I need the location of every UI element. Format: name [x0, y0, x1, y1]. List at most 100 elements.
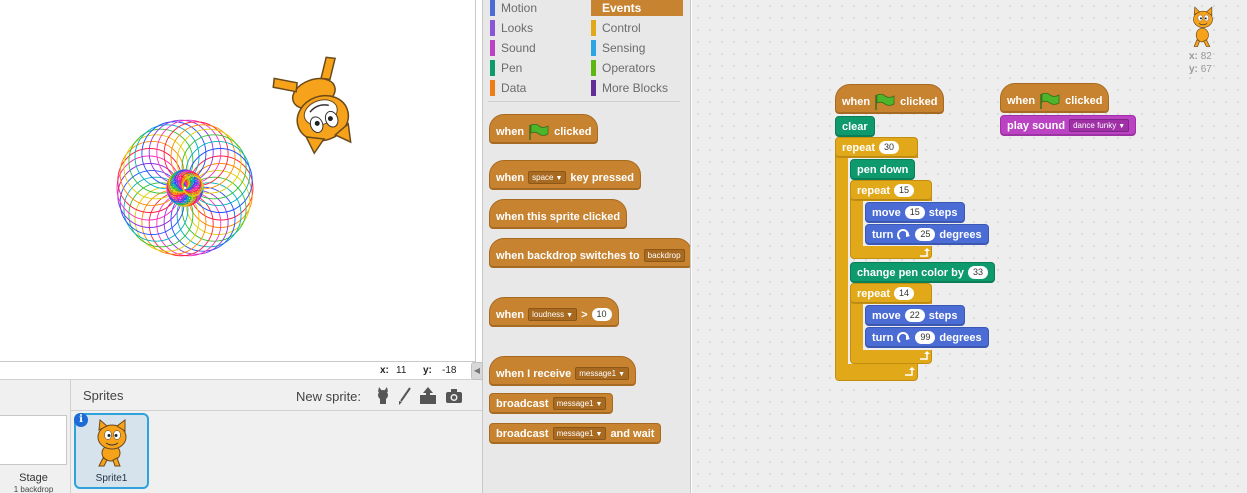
sensor-value: loudness — [532, 310, 565, 319]
degrees-input[interactable]: 99 — [915, 331, 936, 344]
script-repeat-inner2[interactable]: repeat 14 — [850, 283, 932, 304]
mouse-x-value: 11 — [396, 365, 407, 376]
category-pen[interactable]: Pen — [490, 60, 582, 76]
category-label: Pen — [501, 61, 523, 75]
block-text: when — [1007, 94, 1036, 107]
sound-value: dance funky — [1073, 121, 1117, 130]
category-events[interactable]: Events — [591, 0, 683, 16]
stage-canvas[interactable] — [0, 0, 476, 362]
script-when-flag-clicked[interactable]: when clicked — [835, 84, 945, 114]
category-label: Data — [501, 81, 527, 95]
message-value: message1 — [579, 369, 617, 378]
block-text: clicked — [1065, 94, 1103, 107]
script-turn-2[interactable]: turn 99 degrees — [865, 327, 989, 348]
script-turn-1[interactable]: turn 25 degrees — [865, 224, 989, 245]
category-color-bar — [591, 20, 596, 36]
color-delta-input[interactable]: 33 — [967, 266, 988, 279]
message-dropdown[interactable]: message1 ▼ — [552, 397, 607, 410]
scripts-area[interactable] — [692, 0, 1247, 493]
palette-broadcast[interactable]: broadcast message1 ▼ — [489, 393, 614, 414]
sprite-y-label: y: — [1189, 64, 1198, 75]
script-clear[interactable]: clear — [835, 116, 875, 137]
backdrop-count: 1 backdrop — [13, 485, 54, 493]
block-text: pen down — [857, 163, 909, 176]
threshold-input[interactable]: 10 — [591, 308, 612, 321]
category-label: Events — [602, 1, 642, 15]
block-text: broadcast — [496, 427, 549, 440]
repeat-count-input[interactable]: 15 — [894, 184, 915, 197]
block-text: repeat — [857, 184, 891, 197]
block-text: when backdrop switches to — [496, 249, 640, 262]
block-palette: Motion Looks Sound Pen Data Events Control Sens… — [482, 0, 691, 493]
camera-icon[interactable] — [444, 386, 464, 406]
category-more-blocks[interactable]: More Blocks — [591, 80, 683, 96]
cat-sprite-icon — [97, 418, 127, 467]
palette-broadcast-and-wait[interactable]: broadcast message1 ▼ and wait — [489, 423, 662, 444]
palette-when-sensor-greater[interactable]: when loudness ▼ > 10 — [489, 297, 619, 327]
block-text: when — [496, 308, 525, 321]
category-sound[interactable]: Sound — [490, 40, 582, 56]
category-motion[interactable]: Motion — [490, 0, 582, 16]
category-control[interactable]: Control — [591, 20, 683, 36]
category-data[interactable]: Data — [490, 80, 582, 96]
info-icon[interactable]: i — [74, 413, 88, 427]
stage-coordinates: x: 11 y: -18 — [0, 362, 482, 379]
repeat-count-input[interactable]: 14 — [894, 287, 915, 300]
sensor-dropdown[interactable]: loudness ▼ — [528, 308, 578, 321]
script2-when-flag-clicked[interactable]: when clicked — [1000, 83, 1110, 113]
category-color-bar — [490, 0, 495, 16]
block-text: degrees — [939, 228, 982, 241]
spirograph-drawing — [116, 119, 254, 257]
message-dropdown[interactable]: message1 ▼ — [552, 427, 607, 440]
steps-input[interactable]: 22 — [904, 309, 925, 322]
sprite-y-value: 67 — [1200, 64, 1212, 75]
sprite-x-label: x: — [1189, 51, 1198, 62]
sprite1-thumbnail[interactable]: i Sprite1 — [74, 413, 149, 489]
key-value: space — [532, 173, 554, 182]
upload-icon[interactable] — [418, 386, 438, 406]
block-text: > — [581, 308, 588, 321]
key-dropdown[interactable]: space ▼ — [528, 171, 567, 184]
palette-when-flag-clicked[interactable]: when clicked — [489, 114, 599, 144]
palette-when-key-pressed[interactable]: when space ▼ key pressed — [489, 160, 642, 190]
message-value: message1 — [556, 399, 594, 408]
sprites-header: Sprites New sprite: — [71, 380, 482, 411]
sound-dropdown[interactable]: dance funky ▼ — [1069, 119, 1130, 132]
repeat-count-input[interactable]: 30 — [879, 141, 900, 154]
loop-arrow-icon — [905, 367, 915, 376]
mouse-y-value: -18 — [442, 365, 457, 376]
script2-play-sound[interactable]: play sound dance funky ▼ — [1000, 115, 1137, 136]
sprite-library-icon[interactable] — [373, 386, 393, 406]
turn-right-icon — [897, 228, 911, 240]
category-operators[interactable]: Operators — [591, 60, 683, 76]
cat-sprite-icon — [1193, 6, 1213, 47]
chevron-down-icon: ▼ — [555, 175, 563, 182]
steps-input[interactable]: 15 — [904, 206, 925, 219]
cat-sprite-icon[interactable] — [268, 55, 368, 155]
category-sensing[interactable]: Sensing — [591, 40, 683, 56]
stage-thumbnail[interactable] — [0, 415, 67, 465]
script-change-pen-color[interactable]: change pen color by 33 — [850, 262, 995, 283]
category-label: More Blocks — [602, 81, 669, 95]
block-text: move — [872, 206, 901, 219]
block-text: clear — [842, 120, 868, 133]
message-dropdown[interactable]: message1 ▼ — [575, 367, 630, 380]
degrees-input[interactable]: 25 — [915, 228, 936, 241]
script-repeat-inner1[interactable]: repeat 15 — [850, 180, 932, 201]
collapse-stage-handle[interactable]: ◀ — [471, 362, 483, 380]
paint-brush-icon[interactable] — [395, 386, 415, 406]
palette-when-sprite-clicked[interactable]: when this sprite clicked — [489, 199, 628, 229]
script-move-2[interactable]: move 22 steps — [865, 305, 965, 326]
script-repeat-outer[interactable]: repeat 30 — [835, 137, 918, 158]
palette-when-backdrop-switches[interactable]: when backdrop switches to backdrop — [489, 238, 690, 268]
category-divider — [488, 101, 680, 102]
script-pen-down[interactable]: pen down — [850, 159, 916, 180]
category-color-bar — [490, 60, 495, 76]
category-looks[interactable]: Looks — [490, 20, 582, 36]
chevron-down-icon: ▼ — [595, 401, 603, 408]
category-color-bar — [591, 40, 596, 56]
palette-when-i-receive[interactable]: when I receive message1 ▼ — [489, 356, 637, 386]
stage-selector[interactable]: Stage 1 backdrop — [0, 380, 71, 493]
backdrop-dropdown[interactable]: backdrop — [643, 249, 685, 262]
script-move-1[interactable]: move 15 steps — [865, 202, 965, 223]
